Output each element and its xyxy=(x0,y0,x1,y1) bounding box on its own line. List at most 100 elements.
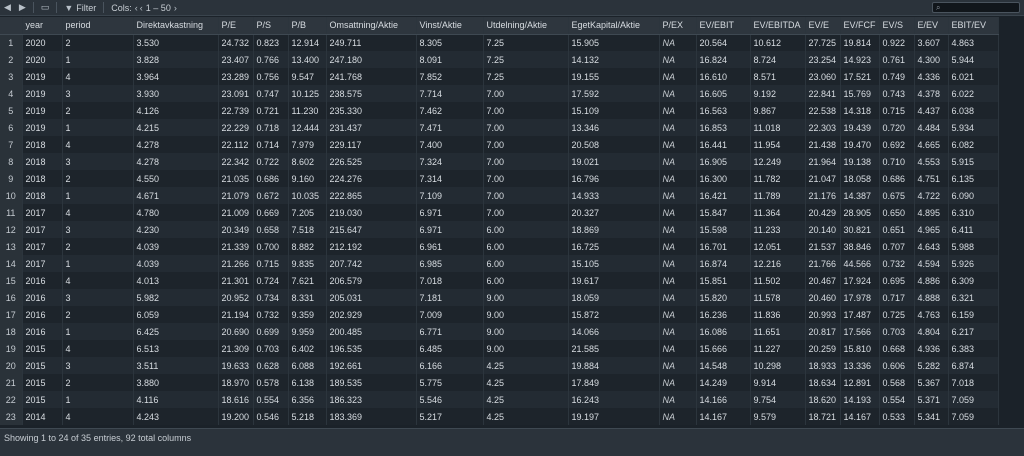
table-cell: 0.658 xyxy=(253,221,289,238)
table-cell: 2018 xyxy=(22,136,63,153)
table-cell: 4 xyxy=(62,68,134,85)
table-cell: 22.303 xyxy=(805,119,841,136)
column-header[interactable]: P/E xyxy=(218,17,254,35)
table-cell: 13.400 xyxy=(288,51,327,68)
cols-prev2-icon[interactable]: ‹ xyxy=(140,3,143,13)
table-cell: 235.330 xyxy=(326,102,417,119)
column-header[interactable]: P/EX xyxy=(659,17,697,35)
table-cell: 1 xyxy=(62,323,134,340)
row-number: 5 xyxy=(0,102,23,119)
column-header[interactable]: EV/FCF xyxy=(840,17,880,35)
filter-button[interactable]: ▼ Filter xyxy=(60,0,100,16)
table-cell: 23.254 xyxy=(805,51,841,68)
table-row[interactable]: 11 2017 4 4.780 21.009 0.669 7.205 219.030 6.971… xyxy=(0,204,999,221)
column-header[interactable]: EBIT/EV xyxy=(948,17,999,35)
table-row[interactable]: 18 2016 1 6.425 20.690 0.699 9.959 200.485 6.771… xyxy=(0,323,999,340)
table-cell: 16.605 xyxy=(696,85,751,102)
table-cell: 20.508 xyxy=(568,136,660,153)
table-cell: 17.924 xyxy=(840,272,880,289)
column-header[interactable]: year xyxy=(22,17,63,35)
column-header[interactable]: period xyxy=(62,17,134,35)
table-cell: 7.314 xyxy=(416,170,484,187)
table-cell: 5.775 xyxy=(416,374,484,391)
cols-prev-icon[interactable]: ‹ xyxy=(135,3,138,13)
table-cell: 0.699 xyxy=(253,323,289,340)
table-cell: 4.671 xyxy=(133,187,219,204)
table-cell: 0.686 xyxy=(879,170,915,187)
table-cell: 4 xyxy=(62,204,134,221)
table-row[interactable]: 19 2015 4 6.513 21.309 0.703 6.402 196.535 6.485… xyxy=(0,340,999,357)
table-row[interactable]: 9 2018 2 4.550 21.035 0.686 9.160 224.276 7.314 7… xyxy=(0,170,999,187)
table-cell: 2020 xyxy=(22,51,63,68)
table-row[interactable]: 21 2015 2 3.880 18.970 0.578 6.138 189.535 5.775… xyxy=(0,374,999,391)
table-cell: 1 xyxy=(62,391,134,408)
cols-next-icon[interactable]: › xyxy=(174,3,177,13)
table-cell: 1 xyxy=(62,119,134,136)
table-row[interactable]: 20 2015 3 3.511 19.633 0.628 6.088 192.661 6.166… xyxy=(0,357,999,374)
table-cell: NA xyxy=(659,221,697,238)
column-header[interactable]: E/EV xyxy=(914,17,949,35)
table-row[interactable]: 1 2020 2 3.530 24.732 0.823 12.914 249.711 8.305… xyxy=(0,34,999,51)
data-grid[interactable]: year period Direktavkastning P/E P/S P/B Omsat… xyxy=(0,17,1024,428)
table-cell: 9.160 xyxy=(288,170,327,187)
table-row[interactable]: 16 2016 3 5.982 20.952 0.734 8.331 205.031 7.181… xyxy=(0,289,999,306)
row-number-header[interactable] xyxy=(0,17,23,35)
table-cell: 6.00 xyxy=(483,221,569,238)
column-header[interactable]: P/B xyxy=(288,17,327,35)
table-cell: 16.563 xyxy=(696,102,751,119)
column-header[interactable]: EV/EBITDA xyxy=(750,17,806,35)
forward-button[interactable]: ▶ xyxy=(15,0,30,16)
table-cell: 20.327 xyxy=(568,204,660,221)
table-row[interactable]: 12 2017 3 4.230 20.349 0.658 7.518 215.647 6.971… xyxy=(0,221,999,238)
table-row[interactable]: 4 2019 3 3.930 23.091 0.747 10.125 238.575 7.714… xyxy=(0,85,999,102)
column-header[interactable]: Direktavkastning xyxy=(133,17,219,35)
table-cell: 4.936 xyxy=(914,340,949,357)
open-in-window-button[interactable]: ▭ xyxy=(37,0,54,16)
table-cell: 27.725 xyxy=(805,34,841,51)
column-header[interactable]: EV/E xyxy=(805,17,841,35)
table-cell: 6.088 xyxy=(288,357,327,374)
column-header[interactable]: Vinst/Aktie xyxy=(416,17,484,35)
table-row[interactable]: 8 2018 3 4.278 22.342 0.722 8.602 226.525 7.324 7… xyxy=(0,153,999,170)
table-row[interactable]: 14 2017 1 4.039 21.266 0.715 9.835 207.742 6.985… xyxy=(0,255,999,272)
table-row[interactable]: 23 2014 4 4.243 19.200 0.546 5.218 183.369 5.217… xyxy=(0,408,999,425)
search-input[interactable]: ⌕ xyxy=(932,2,1020,13)
table-cell: 18.058 xyxy=(840,170,880,187)
table-row[interactable]: 22 2015 1 4.116 18.616 0.554 6.356 186.323 5.546… xyxy=(0,391,999,408)
column-header[interactable]: P/S xyxy=(253,17,289,35)
column-header[interactable]: Utdelning/Aktie xyxy=(483,17,569,35)
table-cell: 2015 xyxy=(22,374,63,391)
table-cell: 2017 xyxy=(22,238,63,255)
column-header[interactable]: EgetKapital/Aktie xyxy=(568,17,660,35)
table-cell: 3.607 xyxy=(914,34,949,51)
table-cell: 20.817 xyxy=(805,323,841,340)
table-cell: NA xyxy=(659,170,697,187)
table-cell: 3 xyxy=(62,357,134,374)
table-row[interactable]: 2 2020 1 3.828 23.407 0.766 13.400 247.180 8.091… xyxy=(0,51,999,68)
column-header[interactable]: EV/S xyxy=(879,17,915,35)
table-row[interactable]: 3 2019 4 3.964 23.289 0.756 9.547 241.768 7.852 7… xyxy=(0,68,999,85)
table-row[interactable]: 17 2016 2 6.059 21.194 0.732 9.359 202.929 7.009… xyxy=(0,306,999,323)
table-row[interactable]: 10 2018 1 4.671 21.079 0.672 10.035 222.865 7.10… xyxy=(0,187,999,204)
column-header[interactable]: Omsattning/Aktie xyxy=(326,17,417,35)
table-cell: 0.554 xyxy=(253,391,289,408)
table-cell: 18.616 xyxy=(218,391,254,408)
table-cell: 0.578 xyxy=(253,374,289,391)
table-cell: 2014 xyxy=(22,408,63,425)
table-row[interactable]: 7 2018 4 4.278 22.112 0.714 7.979 229.117 7.400 7… xyxy=(0,136,999,153)
table-cell: 21.537 xyxy=(805,238,841,255)
table-cell: 14.193 xyxy=(840,391,880,408)
back-button[interactable]: ◀ xyxy=(0,0,15,16)
column-header[interactable]: EV/EBIT xyxy=(696,17,751,35)
table-row[interactable]: 15 2016 4 4.013 21.301 0.724 7.621 206.579 7.018… xyxy=(0,272,999,289)
table-cell: 226.525 xyxy=(326,153,417,170)
table-cell: 6.021 xyxy=(948,68,999,85)
table-cell: 4.804 xyxy=(914,323,949,340)
table-cell: 20.140 xyxy=(805,221,841,238)
table-row[interactable]: 13 2017 2 4.039 21.339 0.700 8.882 212.192 6.961… xyxy=(0,238,999,255)
table-row[interactable]: 6 2019 1 4.215 22.229 0.718 12.444 231.437 7.471… xyxy=(0,119,999,136)
table-cell: 7.714 xyxy=(416,85,484,102)
table-cell: 4.25 xyxy=(483,408,569,425)
table-cell: 196.535 xyxy=(326,340,417,357)
table-row[interactable]: 5 2019 2 4.126 22.739 0.721 11.230 235.330 7.462… xyxy=(0,102,999,119)
